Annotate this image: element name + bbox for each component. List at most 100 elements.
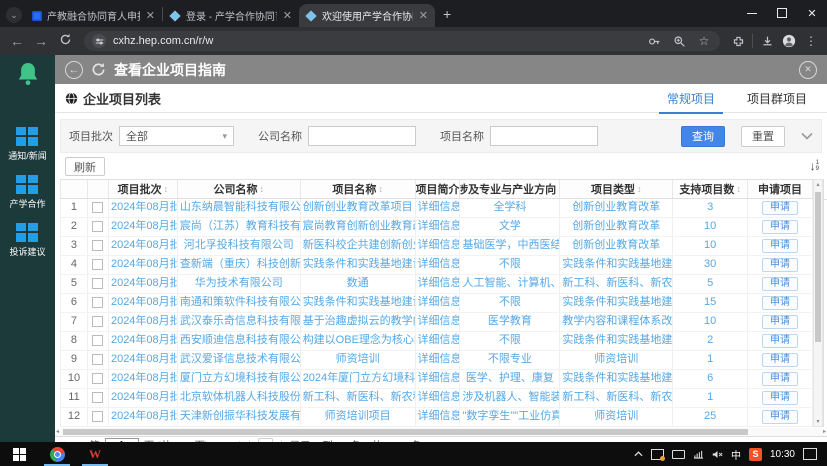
scroll-down-icon[interactable]: ▾ (814, 418, 822, 425)
tray-expand-icon[interactable] (634, 451, 643, 457)
tab-close-icon[interactable]: ✕ (282, 9, 293, 22)
scroll-up-icon[interactable]: ▴ (814, 181, 822, 188)
row-checkbox[interactable] (92, 240, 104, 251)
row-checkbox[interactable] (92, 202, 104, 213)
apply-button[interactable]: 申请 (762, 219, 799, 234)
detail-link[interactable]: 详细信息 (416, 389, 461, 407)
row-checkbox[interactable] (92, 316, 104, 327)
notification-badge-icon[interactable] (650, 448, 665, 461)
zoom-icon[interactable] (671, 33, 687, 49)
row-checkbox[interactable] (92, 373, 104, 384)
sort-numeric-icon[interactable]: ↓ 1 9 (810, 159, 819, 173)
sort-icon[interactable]: ↕ (736, 184, 741, 194)
volume-muted-icon[interactable] (712, 450, 723, 459)
maximize-button[interactable] (767, 0, 797, 26)
back-icon[interactable]: ← (8, 33, 26, 49)
company-name-input[interactable] (308, 126, 416, 146)
sort-icon[interactable]: ↕ (260, 184, 265, 194)
apply-button[interactable]: 申请 (762, 314, 799, 329)
horizontal-scroll-thumb[interactable] (63, 429, 748, 435)
detail-link[interactable]: 详细信息 (416, 351, 461, 369)
start-button[interactable] (0, 442, 38, 466)
row-checkbox[interactable] (92, 259, 104, 270)
taskbar-wps-button[interactable]: W (76, 442, 114, 466)
horizontal-scrollbar[interactable]: ◂ ▸ (55, 428, 827, 436)
close-window-button[interactable]: ✕ (797, 0, 827, 26)
apply-button[interactable]: 申请 (762, 409, 799, 424)
sidebar-item-feedback[interactable]: 投诉建议 (9, 223, 46, 258)
apply-button[interactable]: 申请 (762, 333, 799, 348)
network-icon[interactable] (693, 450, 704, 459)
row-checkbox[interactable] (92, 278, 104, 289)
detail-link[interactable]: 详细信息 (416, 332, 461, 350)
detail-link[interactable]: 详细信息 (416, 256, 461, 274)
collapse-chevron-icon[interactable] (801, 132, 813, 140)
tab-project-group[interactable]: 项目群项目 (745, 84, 809, 113)
row-checkbox[interactable] (92, 335, 104, 346)
detail-link[interactable]: 详细信息 (416, 370, 461, 388)
apply-button[interactable]: 申请 (762, 257, 799, 272)
column-header-3[interactable]: 项目名称 ↕ (301, 180, 416, 198)
bookmark-star-icon[interactable]: ☆ (696, 33, 712, 49)
ime-indicator[interactable]: 中 (731, 447, 741, 462)
forward-icon[interactable]: → (32, 33, 50, 49)
browser-tab-3-active[interactable]: 欢迎使用产学合作协同育人项目... ✕ (299, 4, 435, 27)
batch-select[interactable]: 全部 ▾ (119, 126, 234, 146)
apply-button[interactable]: 申请 (762, 200, 799, 215)
column-header-6[interactable]: 项目类型 ↕ (560, 180, 674, 198)
detail-link[interactable]: 详细信息 (416, 199, 461, 217)
minimize-button[interactable] (737, 0, 767, 26)
project-name-input[interactable] (490, 126, 598, 146)
detail-link[interactable]: 详细信息 (416, 275, 461, 293)
sort-icon[interactable]: ↕ (637, 184, 642, 194)
apply-button[interactable]: 申请 (762, 238, 799, 253)
query-button[interactable]: 查询 (681, 125, 725, 147)
apply-button[interactable]: 申请 (762, 371, 799, 386)
reload-icon[interactable] (56, 33, 74, 49)
refresh-grid-button[interactable]: 刷新 (65, 156, 105, 176)
power-icon[interactable] (671, 449, 685, 459)
profile-avatar-icon[interactable] (781, 33, 797, 49)
scroll-right-icon[interactable]: ▸ (823, 428, 826, 436)
menu-kebab-icon[interactable]: ⋮ (803, 33, 819, 49)
apply-button[interactable]: 申请 (762, 390, 799, 405)
row-checkbox[interactable] (92, 354, 104, 365)
sidebar-item-cooperation[interactable]: 产学合作 (9, 175, 46, 210)
browser-tab-1[interactable]: 产教融合协同育人申报平台_百... ✕ (26, 4, 162, 27)
detail-link[interactable]: 详细信息 (416, 313, 461, 331)
apply-button[interactable]: 申请 (762, 352, 799, 367)
detail-link[interactable]: 详细信息 (416, 294, 461, 312)
action-center-icon[interactable] (803, 448, 817, 460)
column-header-2[interactable]: 公司名称 ↕ (178, 180, 301, 198)
detail-link[interactable]: 详细信息 (416, 218, 461, 236)
column-header-1[interactable]: 项目批次 ↕ (109, 180, 178, 198)
apply-button[interactable]: 申请 (762, 295, 799, 310)
tab-close-icon[interactable]: ✕ (145, 9, 156, 22)
detail-link[interactable]: 详细信息 (416, 408, 461, 426)
column-header-5[interactable]: 涉及专业与产业方向↕ (460, 180, 561, 198)
address-bar[interactable]: cxhz.hep.com.cn/r/w ☆ (84, 31, 720, 51)
tab-regular-projects[interactable]: 常规项目 (658, 84, 724, 114)
sort-icon[interactable]: ↕ (378, 184, 383, 194)
password-key-icon[interactable] (646, 33, 662, 49)
sogou-input-icon[interactable]: S (748, 447, 762, 461)
vertical-scrollbar[interactable]: ▴ ▾ (813, 179, 823, 427)
browser-tab-2[interactable]: 登录 - 产学合作协同育人项目平... ✕ (163, 4, 299, 27)
site-info-icon[interactable] (92, 34, 106, 48)
row-checkbox[interactable] (92, 411, 104, 422)
download-icon[interactable] (759, 33, 775, 49)
refresh-page-icon[interactable] (91, 62, 106, 77)
tab-search-icon[interactable]: ⌄ (6, 7, 22, 23)
apply-button[interactable]: 申请 (762, 276, 799, 291)
row-checkbox[interactable] (92, 297, 104, 308)
bell-icon[interactable] (17, 62, 39, 91)
taskbar-clock[interactable]: 10:30 (770, 449, 795, 460)
scroll-left-icon[interactable]: ◂ (56, 428, 59, 436)
taskbar-chrome-button[interactable] (38, 442, 76, 466)
detail-link[interactable]: 详细信息 (416, 237, 461, 255)
row-checkbox[interactable] (92, 221, 104, 232)
sort-icon[interactable]: ↕ (164, 184, 169, 194)
close-page-icon[interactable]: ✕ (799, 60, 817, 79)
tab-close-icon[interactable]: ✕ (418, 9, 429, 22)
row-checkbox[interactable] (92, 392, 104, 403)
